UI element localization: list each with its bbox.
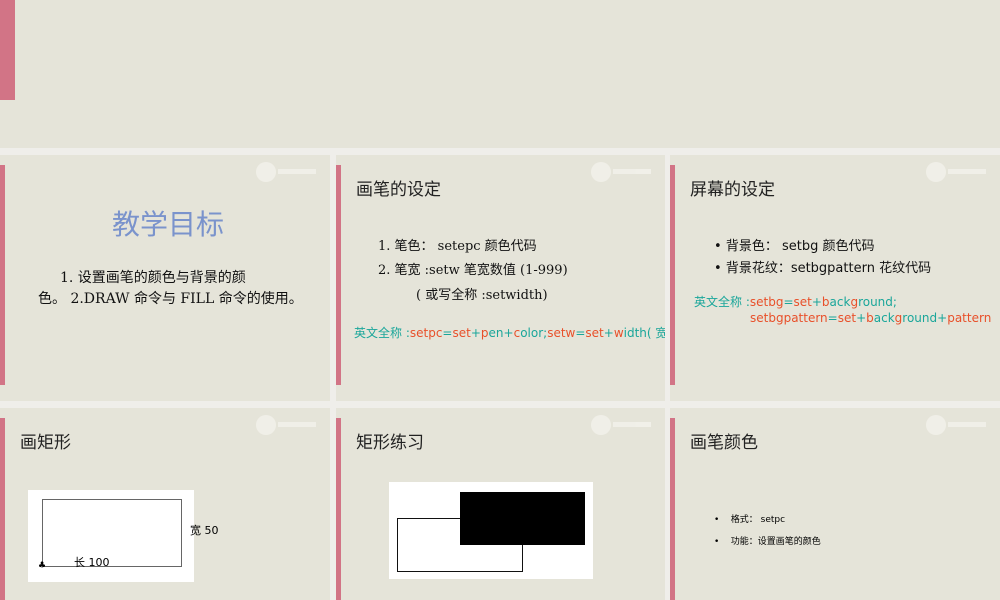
slide-title: 画矩形: [20, 433, 71, 453]
bullet-item: • 背景花纹：setbgpattern 花纹代码: [714, 261, 932, 276]
note-text-line2: setbgpattern=set+background+pattern: [750, 311, 991, 325]
note-segment: b: [821, 295, 830, 309]
slide-screen-settings[interactable]: 屏幕的设定 • 背景色： setbg 颜色代码 • 背景花纹：setbgpatt…: [670, 155, 1000, 401]
note-segment: =: [827, 311, 838, 325]
filled-rectangle: [460, 492, 585, 545]
bullet-item: • 格式： setpc: [714, 515, 786, 525]
note-segment: +: [603, 326, 614, 340]
pen-width-fullname: ( 或写全称 :setwidth): [416, 288, 548, 303]
note-segment: set: [452, 326, 471, 340]
bullet-item: • 功能：设置画笔的颜色: [714, 537, 821, 547]
note-segment: b: [866, 311, 874, 325]
accent-bar: [0, 0, 15, 100]
note-label: 英文全称 :: [354, 326, 410, 340]
slide-pen-color[interactable]: 画笔颜色 • 格式： setpc • 功能：设置画笔的颜色: [670, 408, 1000, 600]
note-segment: set: [585, 326, 604, 340]
note-segment: setw: [547, 326, 576, 340]
slide-rectangle-practice[interactable]: 矩形练习: [336, 408, 665, 600]
note-segment: g: [850, 295, 859, 309]
goal-line: 1. 设置画笔的颜色与背景的颜: [60, 270, 246, 286]
bullet-text: 格式： setpc: [730, 515, 786, 525]
english-fullname-note: 英文全称 :setpc=set+pen+color;setw=set+width…: [354, 324, 665, 341]
bullet-text: 背景花纹：setbgpattern 花纹代码: [725, 261, 932, 276]
bullet-text: 功能：设置画笔的颜色: [730, 537, 821, 547]
watermark-logo-icon: [926, 414, 988, 435]
note-segment: set: [837, 311, 857, 325]
pen-color-line: 1. 笔色： setepc 颜色代码: [378, 239, 537, 254]
slide-title: 画笔的设定: [356, 180, 441, 200]
note-text: setpc=set+pen+color;setw=set+width( 宽 ): [410, 326, 665, 340]
practice-diagram: [389, 482, 593, 579]
length-label: 长 100: [74, 556, 110, 569]
note-segment: ack: [829, 295, 851, 309]
note-segment: idth( 宽 ): [623, 326, 665, 340]
note-segment: +: [856, 311, 867, 325]
note-label: 英文全称 :: [694, 295, 750, 309]
slide-title: 教学目标: [111, 208, 224, 241]
note-segment: round: [902, 311, 938, 325]
note-segment: ack: [873, 311, 895, 325]
watermark-logo-icon: [591, 161, 653, 182]
note-segment: =: [442, 326, 453, 340]
watermark-logo-icon: [256, 161, 318, 182]
slide-pen-settings[interactable]: 画笔的设定 1. 笔色： setepc 颜色代码 2. 笔宽 :setw 笔宽数…: [336, 155, 665, 401]
note-segment: =: [575, 326, 586, 340]
rectangle-diagram: ♣ 长 100: [28, 490, 194, 582]
bullet-text: 背景色： setbg 颜色代码: [725, 239, 875, 254]
note-segment: w: [613, 326, 624, 340]
accent-bar: [670, 418, 675, 600]
slide-draw-rectangle[interactable]: 画矩形 ♣ 长 100 宽 50: [0, 408, 330, 600]
goal-line: 色。 2.DRAW 命令与 FILL 命令的使用。: [38, 291, 303, 307]
note-segment: pattern: [947, 311, 992, 325]
note-segment: en: [488, 326, 504, 340]
note-segment: setpc: [409, 326, 443, 340]
watermark-logo-icon: [926, 161, 988, 182]
note-segment: setbgpattern: [750, 311, 828, 325]
slide-title: 矩形练习: [356, 433, 424, 453]
accent-bar: [0, 418, 5, 600]
bullet-item: • 背景色： setbg 颜色代码: [714, 239, 875, 254]
pen-width-line: 2. 笔宽 :setw 笔宽数值 (1-999): [378, 263, 568, 278]
note-segment: set: [793, 295, 812, 309]
note-segment: =: [783, 295, 794, 309]
note-segment: setbg: [749, 295, 784, 309]
watermark-logo-icon: [591, 414, 653, 435]
note-segment: +: [470, 326, 481, 340]
english-fullname-note: 英文全称 :setbg=set+background; setbgpattern…: [694, 294, 991, 326]
accent-bar: [0, 165, 5, 385]
note-segment: +: [811, 295, 822, 309]
note-segment: olor;: [520, 326, 548, 340]
accent-bar: [336, 418, 341, 600]
accent-bar: [336, 165, 341, 385]
slide-title: 屏幕的设定: [690, 180, 775, 200]
turtle-icon: ♣: [38, 561, 47, 571]
width-label: 宽 50: [190, 524, 219, 537]
slide-partial-top[interactable]: [0, 0, 1000, 148]
accent-bar: [670, 165, 675, 385]
note-text: setbg=set+background;: [750, 295, 897, 309]
note-segment: +: [503, 326, 514, 340]
note-segment: +: [937, 311, 948, 325]
slide-teaching-goals[interactable]: 教学目标 1. 设置画笔的颜色与背景的颜 色。 2.DRAW 命令与 FILL …: [0, 155, 330, 401]
note-segment: p: [480, 326, 489, 340]
slide-title: 画笔颜色: [690, 433, 758, 453]
rectangle-outline: [42, 499, 182, 567]
note-segment: round;: [858, 295, 897, 309]
watermark-logo-icon: [256, 414, 318, 435]
